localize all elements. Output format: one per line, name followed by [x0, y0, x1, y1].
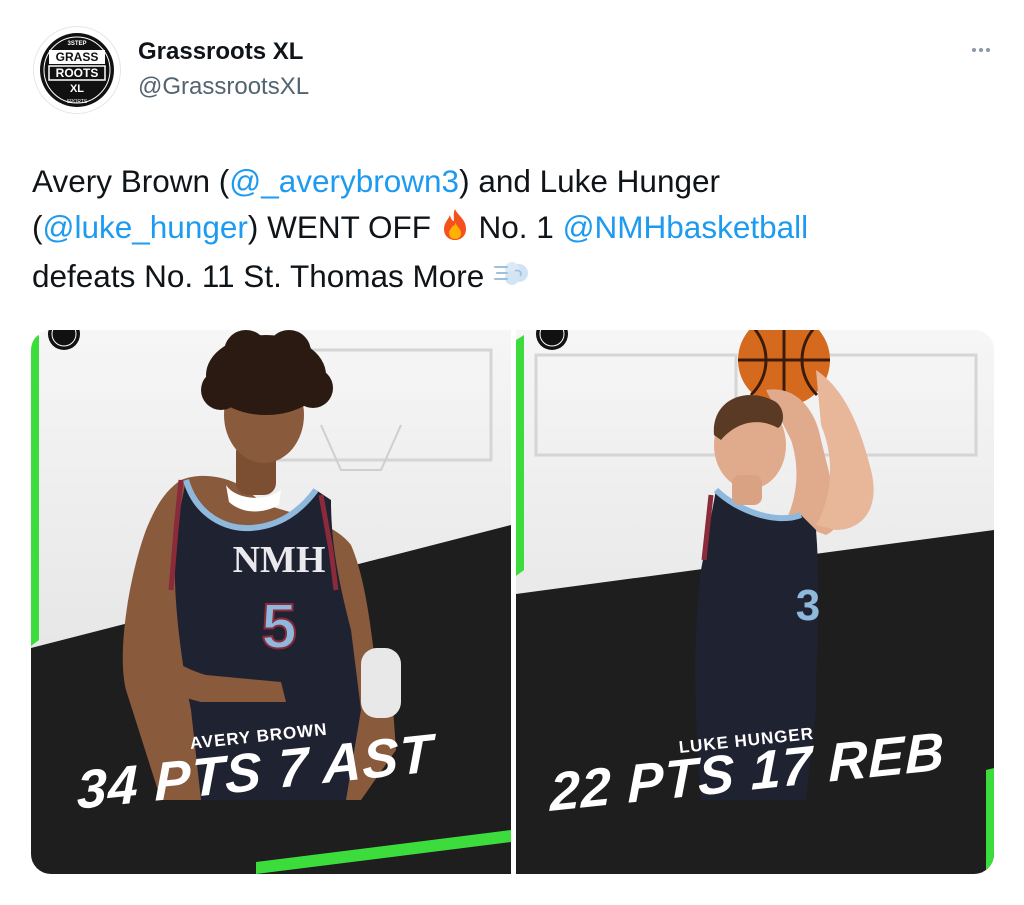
- user-handle[interactable]: @GrassrootsXL: [138, 73, 309, 101]
- tweet-media-grid[interactable]: NMH 5 AVERY BROWN 34 PTS 7 AST 3 LUKE HU…: [31, 330, 994, 874]
- svg-text:5: 5: [261, 590, 297, 662]
- more-dots-icon: [972, 48, 976, 52]
- tweet-line-3: defeats No. 11 St. Thomas More: [32, 253, 1002, 302]
- display-name[interactable]: Grassroots XL: [138, 38, 303, 66]
- svg-text:XL: XL: [70, 83, 84, 95]
- svg-text:GRASS: GRASS: [56, 50, 99, 64]
- more-options-button[interactable]: [964, 38, 998, 62]
- media-card-luke-hunger[interactable]: 3 LUKE HUNGER 22 PTS 17 REB: [516, 330, 994, 874]
- avatar[interactable]: 3STEP GRASS ROOTS XL SPORTS: [33, 26, 121, 114]
- tweet-text: Avery Brown (@_averybrown3) and Luke Hun…: [32, 158, 1002, 301]
- media-card-avery-brown[interactable]: NMH 5 AVERY BROWN 34 PTS 7 AST: [31, 330, 511, 874]
- svg-text:ROOTS: ROOTS: [56, 66, 99, 80]
- grassroots-logo-icon: 3STEP GRASS ROOTS XL SPORTS: [37, 30, 117, 110]
- mention-nmhbasketball[interactable]: @NMHbasketball: [563, 209, 809, 245]
- mention-averybrown3[interactable]: @_averybrown3: [229, 163, 459, 199]
- svg-text:3STEP: 3STEP: [67, 41, 86, 47]
- svg-text:3: 3: [796, 581, 820, 630]
- tweet-line-2: (@luke_hunger) WENT OFF No. 1 @NMHbasket…: [32, 204, 1002, 253]
- svg-text:SPORTS: SPORTS: [67, 99, 88, 105]
- svg-text:NMH: NMH: [233, 539, 326, 581]
- fire-emoji-icon: [440, 207, 470, 253]
- mention-luke-hunger[interactable]: @luke_hunger: [43, 209, 248, 245]
- tweet-line-1: Avery Brown (@_averybrown3) and Luke Hun…: [32, 163, 720, 199]
- dash-emoji-icon: [493, 255, 533, 301]
